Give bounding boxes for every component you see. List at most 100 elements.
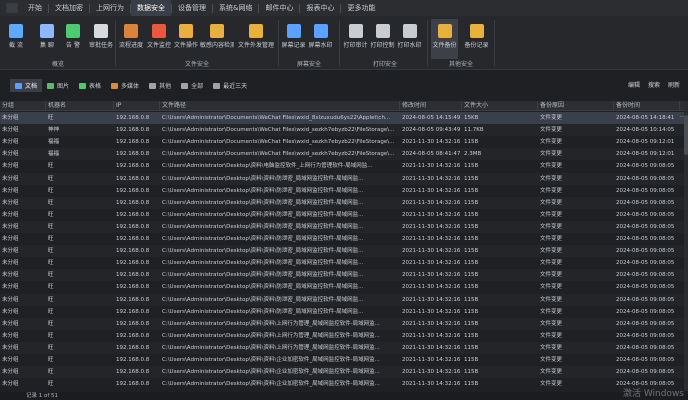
table-row[interactable]: 未分组 旺 192.168.0.8 C:\Users\Administrator\De… <box>0 196 688 209</box>
table-cell-5: 115B <box>464 284 479 291</box>
table-cell-2: 192.168.0.8 <box>116 139 150 146</box>
menu-item-7[interactable]: 报表中心 <box>300 0 340 16</box>
table-cell-2: 192.168.0.8 <box>116 284 150 291</box>
table-cell-2: 192.168.0.8 <box>116 320 150 327</box>
table-row[interactable]: 未分组 旺 192.168.0.8 C:\Users\Administrator\De… <box>0 306 688 318</box>
table-cell-7: 2024-08-05 09:12:01 <box>616 151 675 158</box>
table-cell-2: 192.168.0.8 <box>116 381 150 388</box>
table-row[interactable]: 未分组 旺 192.168.0.8 C:\Users\Administrator\De… <box>0 233 688 245</box>
table-cell-2: 192.168.0.8 <box>116 127 150 134</box>
ribbon-button-3[interactable]: 审批任务 <box>87 19 115 59</box>
menu-item-5[interactable]: 系统&网络 <box>213 0 258 16</box>
ribbon-button-1[interactable]: 集 聊 <box>34 19 60 59</box>
ribbon-button-10[interactable]: 屏幕水印 <box>308 19 333 59</box>
table-row[interactable]: 未分组 旺 192.168.0.8 C:\Users\Administrator\De… <box>0 366 688 379</box>
table-cell-6: 文件变更 <box>540 260 563 267</box>
table-row[interactable]: 未分组 旺 192.168.0.8 C:\Users\Administrator\De… <box>0 341 688 354</box>
ribbon-button-11[interactable]: 打印审计 <box>343 19 368 59</box>
table-cell-6: 文件变更 <box>540 115 563 121</box>
column-header-6[interactable]: 备份原因 <box>538 101 614 111</box>
table-cell-4: 2021-11-30 14:32:16 <box>402 308 461 315</box>
ribbon-button-0[interactable]: 截 流 <box>2 19 30 59</box>
table-row[interactable]: 未分组 旺 192.168.0.8 C:\Users\Administrator\De… <box>0 257 688 269</box>
table-cell-4: 2024-08-05 08:41:47 <box>402 151 461 158</box>
menu-item-6[interactable]: 邮件中心 <box>259 0 299 16</box>
ribbon-button-15[interactable]: 备份记录 <box>462 19 491 59</box>
table-cell-7: 2024-08-05 09:08:05 <box>616 284 675 291</box>
filter-0[interactable]: 文档 <box>10 79 43 92</box>
filter-icon <box>15 82 22 89</box>
scrollbar-thumb[interactable] <box>684 115 688 155</box>
table-row[interactable]: 未分组 旺 192.168.0.8 C:\Users\Administrator\De… <box>0 330 688 342</box>
table-cell-3: C:\Users\Administrator\Documents\WeChat … <box>162 127 395 134</box>
ribbon-button-label: 审批任务 <box>88 42 113 49</box>
table-cell-4: 2021-11-30 14:32:16 <box>402 272 461 279</box>
filter-5[interactable]: 全部 <box>176 79 208 92</box>
table-row[interactable]: 未分组 旺 192.168.0.8 C:\Users\Administrator\De… <box>0 209 688 221</box>
table-row[interactable]: 未分组 旺 192.168.0.8 C:\Users\Administrator\De… <box>0 245 688 258</box>
ribbon-button-5[interactable]: 文件监控 <box>146 19 172 59</box>
table-cell-4: 2021-11-30 14:32:16 <box>402 175 461 182</box>
toolbar-action-2[interactable]: 刷新 <box>668 80 680 89</box>
ribbon-button-9[interactable]: 屏幕记录 <box>281 19 306 59</box>
column-header-4[interactable]: 修改时间 <box>400 101 462 111</box>
menu-item-0[interactable]: 开始 <box>22 0 48 16</box>
column-header-0[interactable]: 分组 <box>0 101 46 111</box>
table-cell-3: C:\Users\Administrator\Desktop\资料\资料\防泄密… <box>162 260 364 267</box>
table-row[interactable]: 未分组 旺 192.168.0.8 C:\Users\Administrator\De… <box>0 269 688 282</box>
table-row[interactable]: 未分组 旺 192.168.0.8 C:\Users\Administrator\De… <box>0 172 688 185</box>
filter-6[interactable]: 最近三天 <box>208 79 252 92</box>
table-cell-6: 文件变更 <box>540 320 563 327</box>
table-row[interactable]: 未分组 神神 192.168.0.8 C:\Users\Administrator\D… <box>0 124 688 137</box>
table-row[interactable]: 未分组 旺 192.168.0.8 C:\Users\Administrator\De… <box>0 317 688 330</box>
table-row[interactable]: 未分组 旺 192.168.0.8 C:\Users\Administrator\De… <box>0 281 688 293</box>
table-row[interactable]: 未分组 旺 192.168.0.8 C:\Users\Administrator\De… <box>0 354 688 366</box>
ribbon-button-8[interactable]: 文件外发管理 <box>237 19 275 59</box>
menu-item-3[interactable]: 数据安全 <box>131 0 171 16</box>
table-cell-7: 2024-08-05 09:12:01 <box>616 139 675 146</box>
ribbon-button-icon <box>313 24 328 38</box>
table-row[interactable]: 未分组 旺 192.168.0.8 C:\Users\Administrator\De… <box>0 160 688 172</box>
table-cell-6: 文件变更 <box>540 284 563 291</box>
table-cell-2: 192.168.0.8 <box>116 236 150 242</box>
ribbon-button-14[interactable]: 文件备份 <box>431 19 458 59</box>
table-cell-5: 115B <box>464 344 479 351</box>
menu-item-8[interactable]: 更多功能 <box>341 0 381 16</box>
table-row[interactable]: 未分组 福福 192.168.0.8 C:\Users\Administrator\D… <box>0 148 688 161</box>
menu-item-4[interactable]: 设备管理 <box>172 0 212 16</box>
table-cell-2: 192.168.0.8 <box>116 369 150 376</box>
table-row[interactable]: 未分组 旺 192.168.0.8 C:\Users\Administrator\De… <box>0 293 688 306</box>
ribbon-button-12[interactable]: 打印控制 <box>370 19 395 59</box>
table-row[interactable]: 未分组 福福 192.168.0.8 C:\Users\Administrator\D… <box>0 136 688 148</box>
table-cell-5: 115B <box>464 296 479 303</box>
ribbon-button-7[interactable]: 敏感内容检测 <box>200 19 234 59</box>
menu-item-2[interactable]: 上网行为 <box>90 0 130 16</box>
ribbon-button-2[interactable]: 告 警 <box>62 19 84 59</box>
ribbon-button-4[interactable]: 流程进度 <box>118 19 144 59</box>
table-cell-3: C:\Users\Administrator\Desktop\资料\资料\企业加… <box>162 381 380 388</box>
filter-2[interactable]: 表格 <box>74 79 106 92</box>
toolbar-action-0[interactable]: 编辑 <box>628 80 640 89</box>
column-header-2[interactable]: IP <box>114 101 160 111</box>
column-header-1[interactable]: 机器名 <box>46 101 114 111</box>
table-row[interactable]: 未分组 旺 192.168.0.8 C:\Users\Administrator\De… <box>0 378 688 390</box>
menu-item-1[interactable]: 文档加密 <box>49 0 89 16</box>
column-header-3[interactable]: 文件路径 <box>160 101 400 111</box>
toolbar-action-1[interactable]: 搜索 <box>648 80 660 89</box>
filter-1[interactable]: 图片 <box>42 79 74 92</box>
table-cell-4: 2021-11-30 14:32:16 <box>402 163 461 170</box>
ribbon-button-13[interactable]: 打印水印 <box>397 19 422 59</box>
ribbon-button-label: 文件操作 <box>174 42 198 49</box>
table-row[interactable]: 未分组 旺 192.168.0.8 C:\Users\Administrator\Do… <box>0 112 688 125</box>
table-row[interactable]: 未分组 旺 192.168.0.8 C:\Users\Administrator\De… <box>0 185 688 197</box>
filter-icon <box>47 82 55 89</box>
table-cell-0: 未分组 <box>2 187 19 194</box>
ribbon-button-6[interactable]: 文件操作 <box>174 19 198 59</box>
filter-4[interactable]: 其他 <box>144 79 176 92</box>
table-cell-7: 2024-08-05 14:18:41 <box>616 115 675 121</box>
filter-3[interactable]: 多媒体 <box>106 79 144 92</box>
column-header-7[interactable]: 备份时间 <box>614 101 680 111</box>
table-row[interactable]: 未分组 旺 192.168.0.8 C:\Users\Administrator\De… <box>0 220 688 233</box>
table-cell-3: C:\Users\Administrator\Desktop\资料\资料\防泄密… <box>162 175 364 182</box>
column-header-5[interactable]: 文件大小 <box>462 101 538 111</box>
